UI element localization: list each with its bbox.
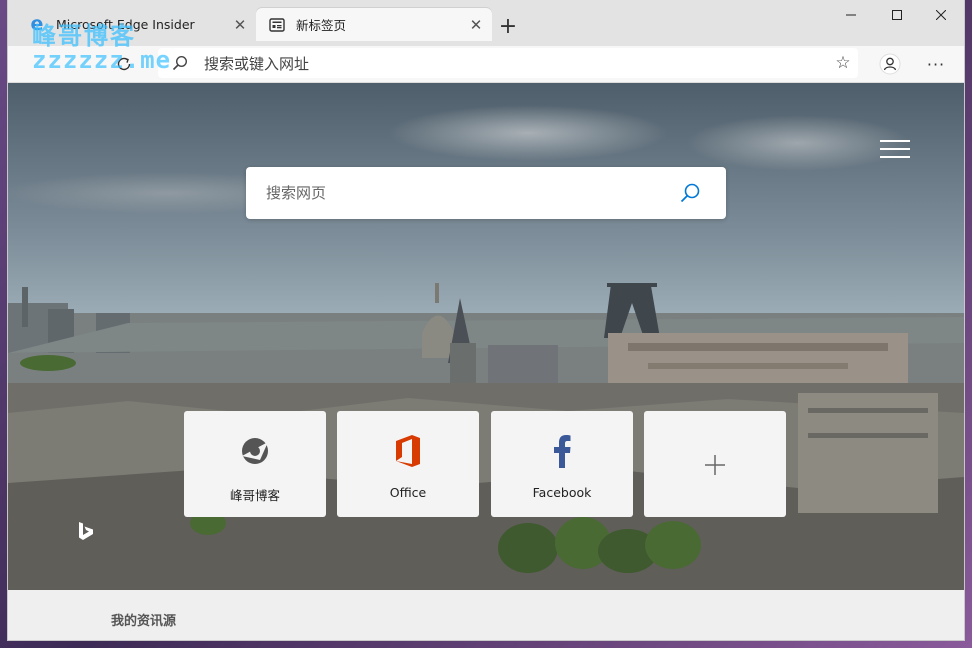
profile-button[interactable] xyxy=(874,48,906,80)
toolbar: 搜索或键入网址 ☆ ··· xyxy=(8,46,964,83)
bing-logo-icon[interactable] xyxy=(78,521,94,545)
close-tab-icon[interactable]: ✕ xyxy=(466,15,486,35)
tab-new-tab[interactable]: 新标签页 ✕ xyxy=(256,8,492,41)
address-placeholder: 搜索或键入网址 xyxy=(204,54,310,73)
office-logo-icon xyxy=(394,431,422,471)
news-feed-bar: 我的资讯源 xyxy=(8,590,964,640)
maximize-icon xyxy=(892,10,902,20)
address-bar[interactable]: 搜索或键入网址 ☆ xyxy=(158,48,858,78)
tab-strip: e Microsoft Edge Insider ✕ 新标签页 ✕ + xyxy=(8,0,964,46)
web-search-box xyxy=(246,167,726,219)
more-button[interactable]: ··· xyxy=(920,48,952,80)
tab-edge-insider[interactable]: e Microsoft Edge Insider ✕ xyxy=(16,8,256,41)
my-feed-label[interactable]: 我的资讯源 xyxy=(111,610,176,629)
reload-icon xyxy=(117,57,131,71)
newtab-page-icon xyxy=(268,16,286,34)
more-icon: ··· xyxy=(926,54,946,74)
favorite-star-icon[interactable]: ☆ xyxy=(828,53,858,73)
paris-skyline-image xyxy=(8,283,964,590)
facebook-logo-icon xyxy=(553,431,571,471)
close-icon xyxy=(936,10,946,20)
profile-icon xyxy=(879,53,901,75)
close-window-button[interactable] xyxy=(918,0,964,30)
browser-window: e Microsoft Edge Insider ✕ 新标签页 ✕ + 搜索或键… xyxy=(8,0,964,640)
add-quick-link-button[interactable] xyxy=(644,411,786,517)
quick-link-label: 峰哥博客 xyxy=(229,488,280,503)
minimize-button[interactable] xyxy=(828,0,874,30)
minimize-icon xyxy=(846,14,856,16)
maximize-button[interactable] xyxy=(874,0,920,30)
reload-button[interactable] xyxy=(108,48,140,80)
quick-link-label: Office xyxy=(389,485,427,500)
fengge-logo-icon xyxy=(238,431,272,471)
quick-link-office[interactable]: Office xyxy=(337,411,479,517)
search-icon[interactable] xyxy=(670,181,710,205)
tab-title: 新标签页 xyxy=(296,18,347,33)
page-settings-menu-button[interactable] xyxy=(880,137,910,161)
web-search-input[interactable] xyxy=(264,183,670,203)
close-tab-icon[interactable]: ✕ xyxy=(230,15,250,35)
quick-link-label: Facebook xyxy=(532,485,592,500)
edge-logo-icon: e xyxy=(30,13,44,35)
quick-link-facebook[interactable]: Facebook xyxy=(491,411,633,517)
tab-title: Microsoft Edge Insider xyxy=(56,17,195,32)
plus-icon xyxy=(704,445,726,485)
new-tab-button[interactable]: + xyxy=(494,12,522,40)
new-tab-page: 峰哥博客 Office Facebook xyxy=(8,83,964,590)
search-icon xyxy=(168,55,192,71)
quick-link-fengge[interactable]: 峰哥博客 xyxy=(184,411,326,517)
